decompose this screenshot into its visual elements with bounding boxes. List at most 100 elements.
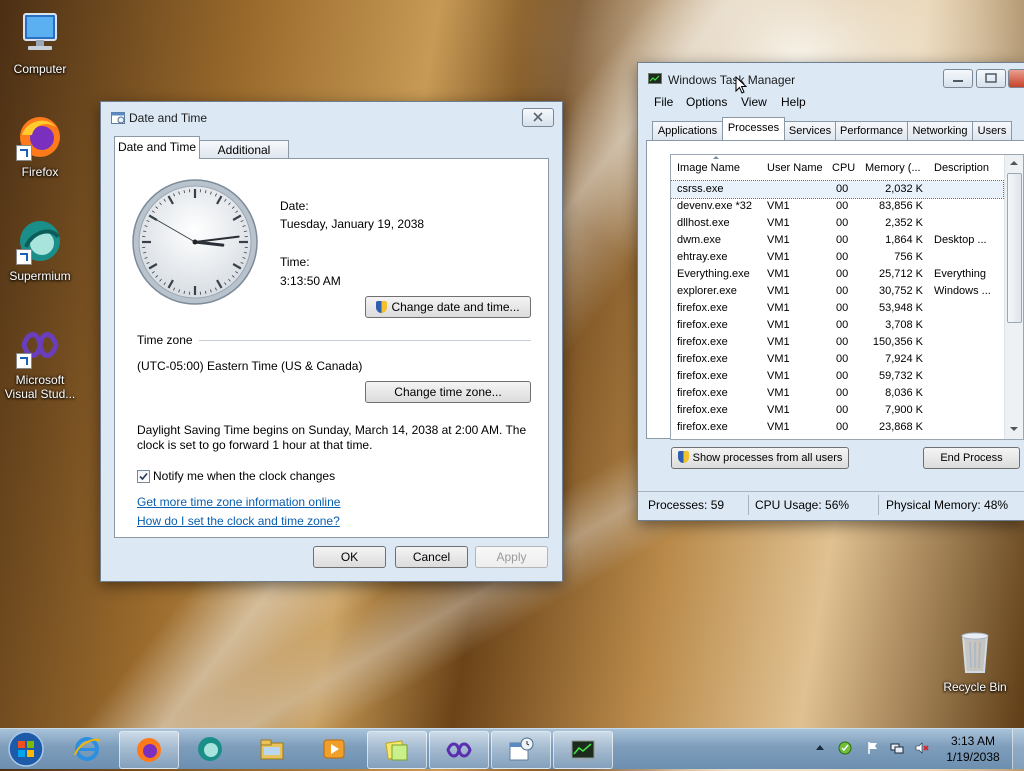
menu-view[interactable]: View [741, 95, 767, 109]
cell-cpu: 00 [836, 300, 848, 317]
menu-file[interactable]: File [654, 95, 673, 109]
menu-options[interactable]: Options [686, 95, 727, 109]
sticky-notes-icon [383, 736, 411, 764]
desktop-icon-label: Firefox [0, 165, 80, 179]
show-all-processes-button[interactable]: Show processes from all users [671, 447, 849, 469]
taskbar-visual-studio[interactable] [429, 731, 489, 769]
desktop-icon-computer[interactable]: Computer [0, 10, 80, 76]
taskbar-clock[interactable]: 3:13 AM 1/19/2038 [938, 733, 1008, 765]
tab-performance[interactable]: Performance [835, 121, 908, 140]
taskbar-media-player[interactable] [305, 731, 363, 767]
tab-processes[interactable]: Processes [722, 117, 785, 140]
tab-networking[interactable]: Networking [907, 121, 973, 140]
table-row[interactable]: explorer.exeVM10030,752 KWindows ... [671, 283, 1003, 300]
column-image-name[interactable]: Image Name [677, 155, 740, 181]
cell-image-name: Everything.exe [677, 266, 750, 283]
cell-description: Windows ... [934, 283, 1000, 300]
taskbar-supermium[interactable] [181, 731, 239, 767]
table-row[interactable]: Everything.exeVM10025,712 KEverything [671, 266, 1003, 283]
timezone-info-link[interactable]: Get more time zone information online [137, 495, 340, 509]
table-row[interactable]: dllhost.exeVM1002,352 K [671, 215, 1003, 232]
notify-checkbox[interactable] [137, 470, 150, 483]
table-row[interactable]: firefox.exeVM1007,924 K [671, 351, 1003, 368]
action-center-flag-icon[interactable] [866, 741, 880, 755]
column-user-name[interactable]: User Name [767, 155, 823, 181]
maximize-button[interactable] [976, 69, 1006, 88]
cell-image-name: devenv.exe *32 [677, 198, 752, 215]
vertical-scrollbar[interactable] [1004, 155, 1023, 439]
column-cpu[interactable]: CPU [832, 155, 855, 181]
close-button[interactable] [1008, 69, 1024, 88]
date-time-icon [111, 111, 125, 124]
table-row[interactable]: firefox.exeVM1007,900 K [671, 402, 1003, 419]
tab-users[interactable]: Users [972, 121, 1012, 140]
shortcut-arrow-icon [16, 145, 32, 161]
tab-applications[interactable]: Applications [652, 121, 723, 140]
table-row[interactable]: firefox.exeVM10059,732 K [671, 368, 1003, 385]
show-hidden-icons-button[interactable] [816, 745, 824, 750]
processes-panel: Image Name User Name CPU Memory (... Des… [646, 140, 1024, 439]
table-row[interactable]: firefox.exeVM1008,036 K [671, 385, 1003, 402]
desktop-icon-supermium[interactable]: Supermium [0, 217, 80, 283]
cell-memory: 53,948 K [879, 300, 923, 317]
menu-bar: File Options View Help [638, 92, 1024, 112]
cell-memory: 7,924 K [885, 351, 923, 368]
tab-additional-clocks[interactable]: Additional Clocks [199, 140, 289, 159]
tab-services[interactable]: Services [784, 121, 836, 140]
taskbar-internet-explorer[interactable] [58, 731, 116, 767]
table-row[interactable]: firefox.exeVM100150,356 K [671, 334, 1003, 351]
date-time-dialog: Date and Time Date and Time Additional C… [100, 101, 563, 582]
timezone-divider [199, 340, 531, 341]
close-button[interactable] [522, 108, 554, 127]
change-date-time-button[interactable]: Change date and time... [365, 296, 531, 318]
clock-time: 3:13 AM [938, 733, 1008, 749]
start-button[interactable] [6, 730, 46, 768]
table-row[interactable]: dwm.exeVM1001,864 KDesktop ... [671, 232, 1003, 249]
table-row[interactable]: firefox.exeVM10053,948 K [671, 300, 1003, 317]
status-cpu: CPU Usage: 56% [755, 498, 849, 512]
column-memory[interactable]: Memory (... [865, 155, 921, 181]
security-tray-icon[interactable] [838, 741, 852, 755]
cell-cpu: 00 [836, 283, 848, 300]
table-row[interactable]: firefox.exeVM1003,708 K [671, 317, 1003, 334]
taskbar-date-time-control-panel[interactable] [491, 731, 551, 769]
column-description[interactable]: Description [934, 155, 989, 181]
cell-user-name: VM1 [767, 419, 790, 436]
change-timezone-button[interactable]: Change time zone... [365, 381, 531, 403]
notify-label[interactable]: Notify me when the clock changes [153, 469, 335, 483]
desktop-icon-firefox[interactable]: Firefox [0, 113, 80, 179]
maximize-icon [977, 70, 1005, 87]
minimize-button[interactable] [943, 69, 973, 88]
table-row[interactable]: csrss.exe002,032 K [671, 181, 1003, 198]
set-clock-help-link[interactable]: How do I set the clock and time zone? [137, 514, 340, 528]
ok-button[interactable]: OK [313, 546, 386, 568]
tab-strip: Date and Time Additional Clocks [114, 137, 548, 159]
cell-cpu: 00 [836, 368, 848, 385]
menu-help[interactable]: Help [781, 95, 806, 109]
network-icon[interactable] [890, 741, 904, 755]
taskbar-file-explorer[interactable] [243, 731, 301, 767]
cell-cpu: 00 [836, 317, 848, 334]
cell-memory: 1,864 K [885, 232, 923, 249]
table-row[interactable]: devenv.exe *32VM10083,856 K [671, 198, 1003, 215]
table-row[interactable]: firefox.exeVM10023,868 K [671, 419, 1003, 436]
desktop-icon-label: Microsoft Visual Stud... [0, 373, 80, 401]
taskbar-firefox[interactable] [119, 731, 179, 769]
apply-button[interactable]: Apply [475, 546, 548, 568]
scroll-down-arrow-icon[interactable] [1010, 427, 1018, 431]
status-processes: Processes: 59 [648, 498, 724, 512]
table-row[interactable]: ehtray.exeVM100756 K [671, 249, 1003, 266]
cancel-button[interactable]: Cancel [395, 546, 468, 568]
cell-image-name: explorer.exe [677, 283, 737, 300]
cell-memory: 3,708 K [885, 317, 923, 334]
scroll-up-arrow-icon[interactable] [1010, 161, 1018, 165]
taskbar-sticky-notes[interactable] [367, 731, 427, 769]
end-process-button[interactable]: End Process [923, 447, 1020, 469]
show-desktop-button[interactable] [1012, 729, 1024, 769]
taskbar-task-manager[interactable] [553, 731, 613, 769]
volume-muted-icon[interactable] [915, 741, 929, 755]
tab-date-and-time[interactable]: Date and Time [114, 136, 200, 159]
desktop-icon-visual-studio[interactable]: Microsoft Visual Stud... [0, 321, 80, 401]
desktop-icon-recycle-bin[interactable]: Recycle Bin [935, 628, 1015, 694]
scroll-thumb[interactable] [1007, 173, 1022, 323]
